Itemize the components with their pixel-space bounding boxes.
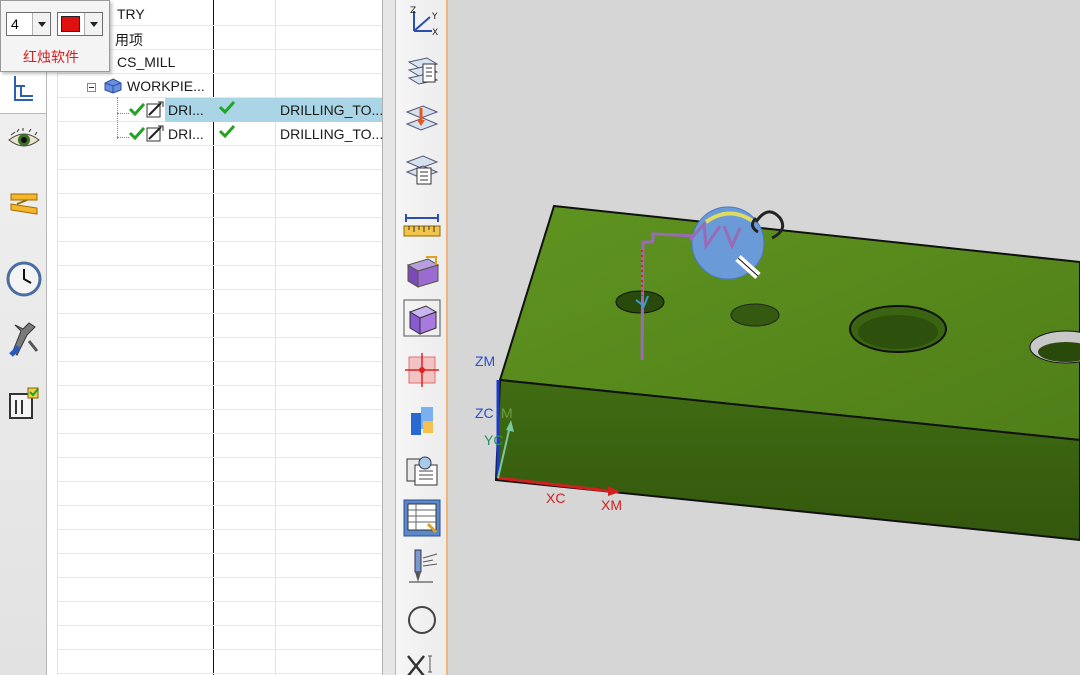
zc-label: ZC	[475, 405, 494, 421]
tree-row-label: CS_MILL	[117, 54, 176, 70]
drill-operation-icon	[146, 101, 164, 122]
circle-icon[interactable]	[401, 600, 443, 640]
tree-view-icon[interactable]	[6, 68, 42, 108]
tree-row-label: DRI...	[168, 102, 204, 118]
tree-row-label: WORKPIE...	[127, 78, 205, 94]
check-icon	[218, 100, 236, 117]
svg-text:Z: Z	[410, 6, 416, 16]
machine-icon[interactable]	[6, 383, 42, 423]
xm-label: XM	[601, 497, 622, 513]
check-icon	[128, 102, 146, 119]
eye-icon[interactable]	[6, 120, 42, 160]
layers-icon[interactable]	[6, 184, 42, 224]
xc-label: XC	[546, 490, 566, 506]
yc-label: YC	[484, 432, 504, 448]
tree-row[interactable]: DRI... DRILLING_TO...	[47, 98, 382, 122]
check-icon	[218, 124, 236, 141]
copy-layers-icon[interactable]	[401, 150, 443, 190]
popup-label: 红烛软件	[23, 49, 79, 65]
workpiece-icon	[104, 78, 122, 97]
snap-point-icon[interactable]	[401, 350, 443, 390]
tools-icon[interactable]	[6, 320, 42, 360]
number-dropdown[interactable]: 4	[6, 12, 51, 36]
part-model	[494, 204, 1080, 542]
tree-row[interactable]: WORKPIE...	[47, 74, 382, 98]
resource-bar	[0, 0, 47, 675]
tool-name: DRILLING_TO...	[280, 102, 383, 118]
number-value: 4	[11, 16, 19, 32]
tree-row-label: DRI...	[168, 126, 204, 142]
color-picker-popup: 4 红烛软件	[0, 0, 110, 72]
color-dropdown[interactable]	[57, 12, 103, 36]
graphics-viewport[interactable]: ZM ZC M YC XC XM	[448, 0, 1080, 675]
box-wireframe-icon[interactable]	[401, 298, 443, 338]
measure-ruler-icon[interactable]	[401, 205, 443, 245]
chevron-down-icon[interactable]	[32, 13, 50, 35]
tree-row-label: 用项	[115, 32, 143, 48]
drill-tool-icon[interactable]	[401, 548, 443, 588]
svg-text:X: X	[432, 28, 438, 38]
vertical-toolbar: Z YX	[395, 0, 448, 675]
tree-row[interactable]: DRI... DRILLING_TO...	[47, 122, 382, 146]
operation-navigator: TRY 用项 CS_MILL WORKPIE... DRI... DRILLIN…	[47, 0, 383, 675]
color-blocks-icon[interactable]	[401, 400, 443, 440]
wcs-triad-icon[interactable]: Z YX	[401, 2, 443, 42]
drill-operation-icon	[146, 125, 164, 146]
zm-label: ZM	[475, 353, 496, 369]
cross-sketch-icon[interactable]	[401, 645, 443, 675]
process-icon[interactable]	[401, 450, 443, 490]
tree-row-label: TRY	[117, 6, 145, 22]
chevron-down-icon[interactable]	[84, 13, 102, 35]
list-view-icon[interactable]	[401, 52, 443, 92]
color-swatch	[61, 16, 80, 32]
m-label: M	[501, 405, 513, 421]
table-icon[interactable]	[401, 498, 443, 538]
svg-text:Y: Y	[431, 12, 438, 22]
check-icon	[128, 126, 146, 143]
cut-plane-icon[interactable]	[401, 100, 443, 140]
tool-name: DRILLING_TO...	[280, 126, 383, 142]
block-purple-icon[interactable]	[401, 252, 443, 292]
clock-icon[interactable]	[6, 259, 42, 299]
